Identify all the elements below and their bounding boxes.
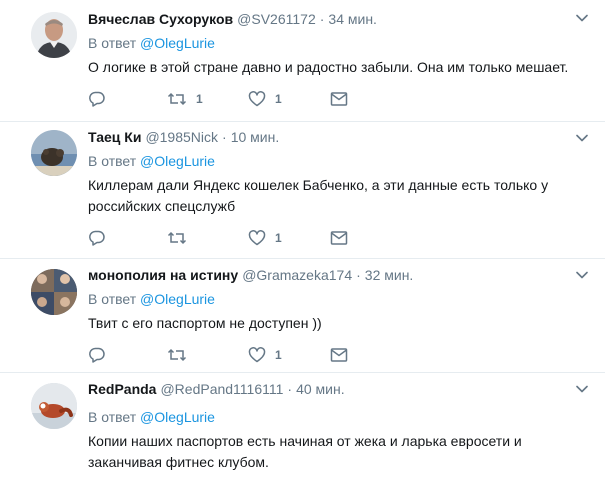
reply-context: В ответ @OlegLurie (88, 290, 215, 308)
envelope-icon (330, 231, 348, 245)
reply-prefix: В ответ (88, 153, 137, 169)
tweet[interactable]: RedPanda @RedPand1116111 · 40 мин. В ответ … (0, 373, 605, 482)
tweet-actions: 1 (88, 345, 358, 365)
user-name[interactable]: Вячеслав Сухоруков (88, 11, 233, 27)
reply-icon (89, 347, 105, 363)
timestamp[interactable]: 34 мин. (328, 11, 377, 27)
tweet-header: Таец Ки @1985Nick · 10 мин. (88, 128, 279, 146)
retweet-icon (167, 231, 187, 245)
reply-icon (89, 91, 105, 107)
envelope-icon (330, 348, 348, 362)
tweet-text: Твит с его паспортом не доступен )) (88, 315, 322, 331)
heart-icon (248, 230, 266, 246)
user-handle[interactable]: @Gramazeka174 (242, 267, 352, 283)
separator-dot: · (222, 129, 227, 145)
tweet[interactable]: Таец Ки @1985Nick · 10 мин. В ответ @OlegLu… (0, 122, 605, 259)
retweet-button[interactable] (167, 228, 196, 248)
like-count: 1 (275, 348, 282, 362)
avatar[interactable] (31, 383, 77, 429)
direct-message-button[interactable] (330, 345, 348, 365)
tweet[interactable]: монополия на истину @Gramazeka174 · 32 мин.… (0, 259, 605, 373)
tweet-text: О логике в этой стране давно и радостно … (88, 59, 569, 75)
reply-mention-link[interactable]: @OlegLurie (140, 409, 215, 425)
timestamp[interactable]: 32 мин. (365, 267, 414, 283)
retweet-count: 1 (196, 92, 203, 106)
heart-icon (248, 91, 266, 107)
envelope-icon (330, 92, 348, 106)
reply-mention-link[interactable]: @OlegLurie (140, 153, 215, 169)
user-handle[interactable]: @1985Nick (145, 129, 218, 145)
tweet-header: монополия на истину @Gramazeka174 · 32 мин. (88, 266, 413, 284)
tweet[interactable]: Вячеслав Сухоруков @SV261172 · 34 мин. В от… (0, 0, 605, 122)
tweet-actions: 1 1 (88, 89, 358, 109)
reply-button[interactable] (88, 228, 106, 248)
user-handle[interactable]: @RedPand1116111 (160, 381, 283, 397)
reply-button[interactable] (88, 345, 106, 365)
chevron-down-icon[interactable] (576, 14, 588, 22)
user-handle[interactable]: @SV261172 (237, 11, 316, 27)
avatar-image (31, 269, 77, 315)
reply-mention-link[interactable]: @OlegLurie (140, 35, 215, 51)
chevron-down-icon[interactable] (576, 271, 588, 279)
reply-context: В ответ @OlegLurie (88, 34, 215, 52)
tweet-text: Копии наших паспортов есть начиная от же… (88, 433, 522, 470)
reply-context: В ответ @OlegLurie (88, 408, 215, 426)
tweet-actions: 1 (88, 228, 358, 248)
chevron-down-icon[interactable] (576, 385, 588, 393)
tweet-text: Киллерам дали Яндекс кошелек Бабченко, а… (88, 177, 549, 214)
retweet-icon (167, 92, 187, 106)
tweet-header: RedPanda @RedPand1116111 · 40 мин. (88, 380, 345, 398)
avatar[interactable] (31, 130, 77, 176)
reply-mention-link[interactable]: @OlegLurie (140, 291, 215, 307)
separator-dot: · (287, 381, 293, 397)
avatar[interactable] (31, 269, 77, 315)
reply-prefix: В ответ (88, 35, 137, 51)
avatar-image (31, 130, 77, 176)
user-name[interactable]: Таец Ки (88, 129, 141, 145)
timestamp[interactable]: 10 мин. (231, 129, 280, 145)
user-name[interactable]: монополия на истину (88, 267, 238, 283)
like-button[interactable]: 1 (248, 89, 282, 109)
direct-message-button[interactable] (330, 89, 348, 109)
like-count: 1 (275, 92, 282, 106)
timestamp[interactable]: 40 мин. (296, 381, 345, 397)
reply-prefix: В ответ (88, 409, 137, 425)
like-button[interactable]: 1 (248, 228, 282, 248)
reply-prefix: В ответ (88, 291, 137, 307)
separator-dot: · (356, 267, 361, 283)
direct-message-button[interactable] (330, 228, 348, 248)
avatar[interactable] (31, 12, 77, 58)
chevron-down-icon[interactable] (576, 134, 588, 142)
like-count: 1 (275, 231, 282, 245)
reply-button[interactable] (88, 89, 106, 109)
avatar-image (31, 12, 77, 58)
tweet-header: Вячеслав Сухоруков @SV261172 · 34 мин. (88, 10, 377, 28)
avatar-image (31, 383, 77, 429)
like-button[interactable]: 1 (248, 345, 282, 365)
heart-icon (248, 347, 266, 363)
retweet-button[interactable] (167, 345, 196, 365)
user-name[interactable]: RedPanda (88, 381, 156, 397)
reply-context: В ответ @OlegLurie (88, 152, 215, 170)
retweet-button[interactable]: 1 (167, 89, 203, 109)
separator-dot: · (319, 11, 325, 27)
retweet-icon (167, 348, 187, 362)
reply-icon (89, 230, 105, 246)
